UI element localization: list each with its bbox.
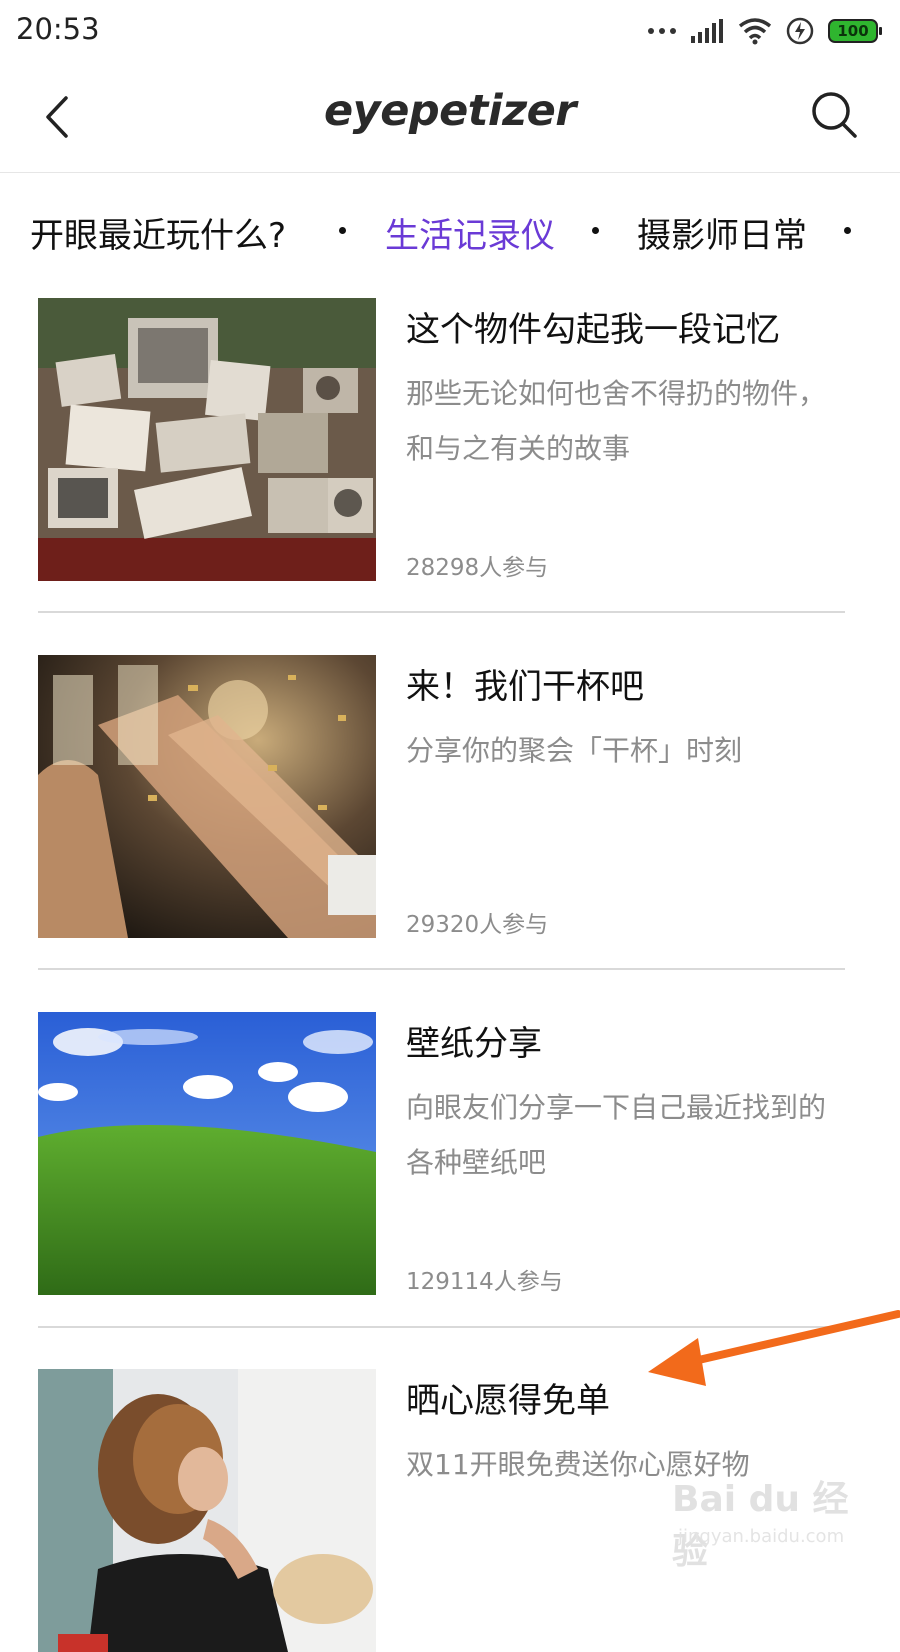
- signal-icon: [691, 19, 723, 43]
- topic-description: 那些无论如何也舍不得扔的物件，和与之有关的故事: [406, 377, 827, 465]
- topic-tabs: 开眼最近玩什么? 生活记录仪 摄影师日常: [0, 172, 900, 287]
- topic-title: 壁纸分享: [406, 1024, 542, 1064]
- woman-portrait-image: [38, 1369, 376, 1652]
- old-photos-image: [38, 298, 376, 581]
- baidu-jingyan-watermark: Bai du 经验 jingyan.baidu.com: [672, 1470, 872, 1572]
- watermark-text: Bai du 经验: [672, 1479, 849, 1572]
- tab-photographer-daily[interactable]: 摄影师日常: [637, 208, 807, 257]
- participant-count: 28298人参与: [406, 555, 549, 581]
- battery-icon: 100: [828, 19, 882, 43]
- divider: [38, 611, 845, 613]
- topic-card[interactable]: 壁纸分享 向眼友们分享一下自己最近找到的各种壁纸吧 129114人参与: [38, 1012, 845, 1295]
- party-cheers-image: [38, 655, 376, 938]
- watermark-url: jingyan.baidu.com: [678, 1526, 845, 1547]
- search-button[interactable]: [810, 90, 860, 140]
- tab-recent[interactable]: 开眼最近玩什么?: [30, 208, 286, 257]
- app-logo: eyepetizer: [324, 86, 577, 136]
- divider: [38, 968, 845, 970]
- status-time: 20:53: [16, 12, 100, 46]
- topic-card[interactable]: 这个物件勾起我一段记忆 那些无论如何也舍不得扔的物件，和与之有关的故事 2829…: [38, 298, 845, 581]
- participant-count: 129114人参与: [406, 1269, 563, 1295]
- green-hill-wallpaper-image: [38, 1012, 376, 1295]
- topic-card[interactable]: 来！我们干杯吧 分享你的聚会「干杯」时刻 29320人参与: [38, 655, 845, 938]
- topic-description: 分享你的聚会「干杯」时刻: [406, 734, 743, 767]
- charging-icon: [786, 17, 814, 45]
- status-icons: 100: [648, 14, 882, 48]
- tab-separator: [339, 227, 346, 234]
- tab-separator: [592, 227, 599, 234]
- more-dots-icon: [648, 28, 676, 34]
- topic-description: 向眼友们分享一下自己最近找到的各种壁纸吧: [406, 1091, 827, 1179]
- tab-separator: [844, 227, 851, 234]
- tab-life-recorder[interactable]: 生活记录仪: [385, 208, 555, 257]
- annotation-arrow-icon: [648, 1310, 900, 1386]
- participant-count: 29320人参与: [406, 912, 549, 938]
- topic-title: 这个物件勾起我一段记忆: [406, 310, 780, 350]
- topic-title: 晒心愿得免单: [406, 1381, 610, 1421]
- header: eyepetizer: [0, 62, 900, 173]
- topic-title: 来！我们干杯吧: [406, 667, 644, 707]
- wifi-icon: [738, 18, 772, 45]
- status-bar: 20:53 100: [0, 0, 900, 62]
